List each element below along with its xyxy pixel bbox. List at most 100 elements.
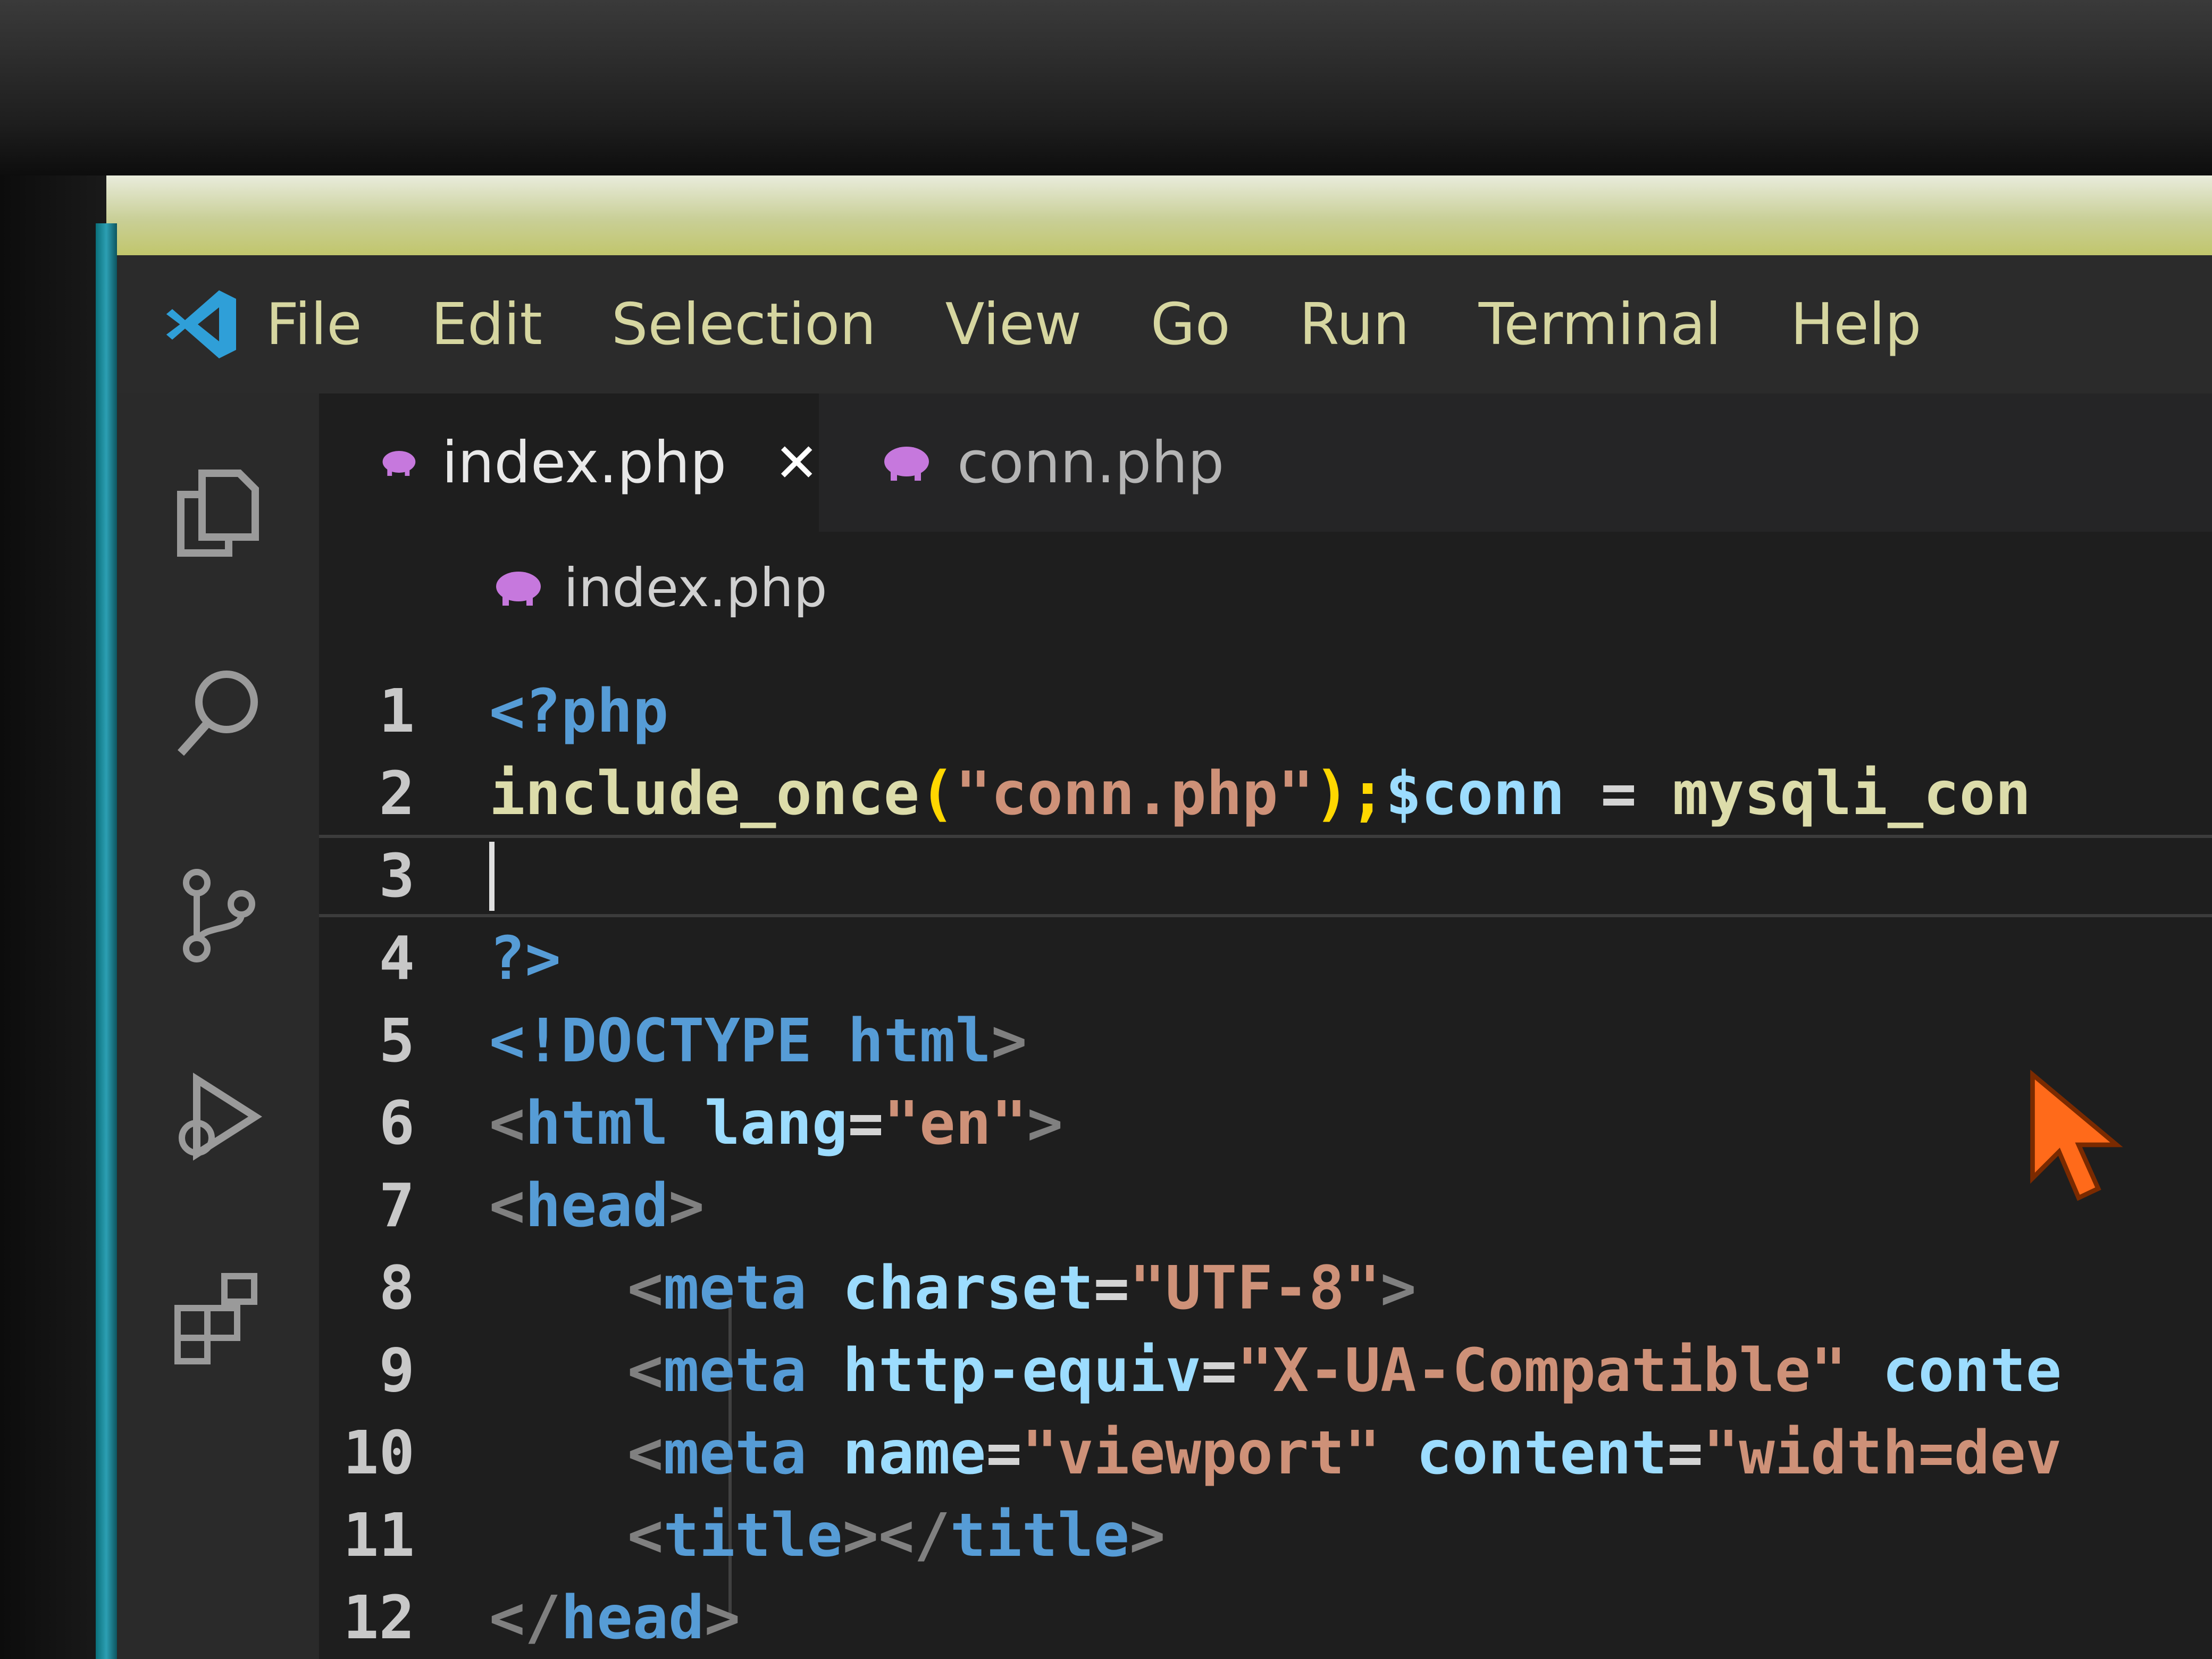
line-number: 12 [343, 1583, 415, 1653]
code-text: <meta name="viewport" content="width=dev [627, 1419, 2062, 1488]
code-token: ></ [842, 1501, 950, 1570]
code-token: = [848, 1088, 884, 1158]
line-number: 5 [379, 1006, 415, 1076]
code-text: <meta charset="UTF-8"> [627, 1254, 1416, 1323]
line-number: 8 [379, 1253, 415, 1323]
code-token: > [1027, 1088, 1063, 1158]
code-token: "viewport" [1021, 1418, 1381, 1488]
code-text: <head> [489, 1171, 705, 1241]
tab-label: conn.php [957, 429, 1225, 496]
screen-edge [96, 223, 117, 1659]
code-token: title [950, 1501, 1130, 1570]
code-line-current: 3 [319, 835, 2212, 917]
code-token: include_once [489, 759, 920, 828]
code-token: "conn.php" [955, 759, 1314, 828]
code-editor[interactable]: 1 <?php 2 include_once("conn.php");$conn… [319, 643, 2212, 1659]
code-token: html [525, 1088, 669, 1158]
line-number: 6 [379, 1088, 415, 1158]
php-elephant-icon [496, 572, 541, 606]
code-token: = [1201, 1336, 1237, 1405]
line-number: 3 [379, 841, 415, 911]
explorer-icon[interactable] [165, 457, 271, 564]
code-token: head [525, 1171, 669, 1241]
menu-help[interactable]: Help [1790, 291, 1921, 358]
line-number: 10 [343, 1418, 415, 1488]
code-token: </ [489, 1583, 561, 1653]
code-line: 12 </head> [319, 1577, 2212, 1659]
code-token: meta [663, 1336, 807, 1405]
code-text: <title></title> [627, 1501, 1165, 1570]
tab-conn-php[interactable]: conn.php [819, 393, 1297, 532]
code-text: include_once("conn.php");$conn = mysqli_… [489, 759, 2031, 828]
menu-selection[interactable]: Selection [611, 291, 876, 358]
code-token: meta [663, 1418, 807, 1488]
breadcrumb: index.php [319, 532, 2212, 643]
code-token: < [627, 1336, 664, 1405]
code-line: 6 <html lang="en"> [319, 1082, 2212, 1164]
code-token: < [627, 1253, 664, 1323]
code-token: ); [1313, 759, 1386, 828]
code-token: html [848, 1006, 992, 1076]
run-debug-icon[interactable] [165, 1063, 271, 1170]
code-line: 5 <!DOCTYPE html> [319, 1000, 2212, 1082]
code-line: 2 include_once("conn.php");$conn = mysql… [319, 752, 2212, 835]
code-line: 8 <meta charset="UTF-8"> [319, 1247, 2212, 1329]
code-token: "X-UA-Compatible" [1237, 1336, 1847, 1405]
search-icon[interactable] [165, 659, 271, 766]
code-token: title [663, 1501, 843, 1570]
editor-tabs: index.php ✕ conn.php [319, 393, 2212, 532]
code-token: = [986, 1418, 1022, 1488]
menu-run[interactable]: Run [1300, 291, 1410, 358]
menu-view[interactable]: View [945, 291, 1082, 358]
code-token: > [668, 1171, 705, 1241]
code-line: 1 <?php [319, 670, 2212, 752]
code-token: name [807, 1418, 986, 1488]
code-token: > [1129, 1501, 1166, 1570]
code-token: $conn [1385, 759, 1565, 828]
code-text: ?> [489, 924, 561, 993]
vscode-logo-icon [166, 290, 236, 358]
source-control-icon[interactable] [165, 861, 271, 968]
code-text: </head> [489, 1583, 740, 1653]
code-token: > [1380, 1253, 1417, 1323]
line-number: 1 [379, 676, 415, 746]
php-elephant-icon [382, 450, 416, 476]
vscode-window: File Edit Selection View Go Run Terminal… [117, 255, 2212, 1659]
tab-index-php[interactable]: index.php ✕ [319, 393, 819, 532]
title-bar: File Edit Selection View Go Run Terminal… [117, 255, 2212, 393]
code-token: "width=dev [1703, 1418, 2062, 1488]
extensions-icon[interactable] [165, 1266, 271, 1372]
code-token: = [1667, 1418, 1703, 1488]
menu-file[interactable]: File [266, 291, 362, 358]
code-token: = [1093, 1253, 1130, 1323]
menu-bar: File Edit Selection View Go Run Terminal… [266, 291, 1990, 358]
code-token: > [991, 1006, 1027, 1076]
code-line: 7 <head> [319, 1164, 2212, 1247]
close-icon[interactable]: ✕ [774, 432, 819, 494]
code-token: charset [807, 1253, 1094, 1323]
code-token: > [704, 1583, 741, 1653]
code-token: head [560, 1583, 705, 1653]
line-number: 4 [379, 924, 415, 993]
menu-edit[interactable]: Edit [431, 291, 542, 358]
code-token: http-equiv [807, 1336, 1201, 1405]
mouse-pointer-icon [2030, 1069, 2123, 1201]
menu-go[interactable]: Go [1151, 291, 1230, 358]
code-text: <html lang="en"> [489, 1089, 1063, 1158]
code-token: conte [1846, 1336, 2062, 1405]
code-line: 9 <meta http-equiv="X-UA-Compatible" con… [319, 1329, 2212, 1412]
line-number: 7 [379, 1171, 415, 1241]
menu-terminal[interactable]: Terminal [1479, 291, 1721, 358]
code-line: 10 <meta name="viewport" content="width=… [319, 1412, 2212, 1494]
activity-bar [117, 393, 319, 1659]
monitor-bezel-left [0, 175, 106, 1659]
code-token: "UTF-8" [1129, 1253, 1381, 1323]
code-token: meta [663, 1253, 807, 1323]
breadcrumb-file[interactable]: index.php [564, 557, 827, 619]
code-token: mysqli_con [1672, 759, 2031, 828]
tab-label: index.php [441, 429, 727, 496]
code-text: <?php [489, 676, 669, 746]
code-token: < [489, 1088, 525, 1158]
code-token: < [627, 1501, 664, 1570]
screen-glare [106, 175, 2212, 255]
